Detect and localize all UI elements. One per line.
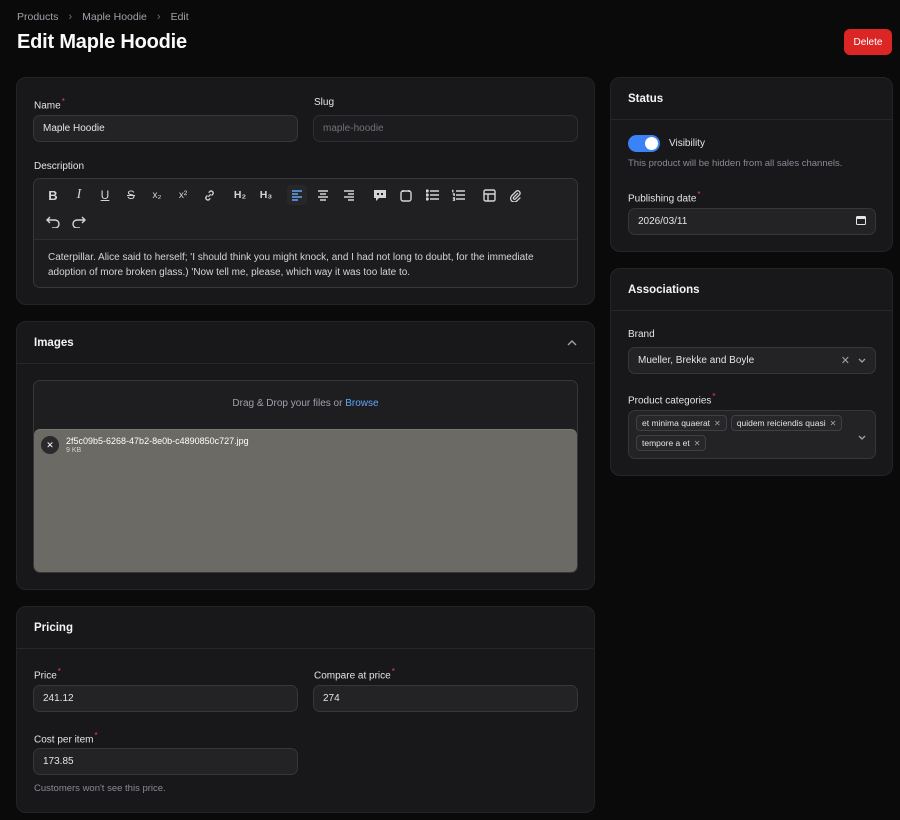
- align-left-icon[interactable]: [287, 185, 307, 205]
- remove-tag-icon[interactable]: ✕: [714, 419, 721, 428]
- breadcrumb-product[interactable]: Maple Hoodie: [82, 11, 147, 23]
- redo-icon[interactable]: [69, 212, 89, 232]
- link-icon[interactable]: [199, 185, 219, 205]
- delete-button[interactable]: Delete: [844, 29, 892, 55]
- code-block-icon[interactable]: [396, 185, 416, 205]
- publishing-date-label: Publishing date*: [628, 190, 701, 205]
- blockquote-icon[interactable]: [370, 185, 390, 205]
- editor-toolbar: B I U S x₂ x² H₂ H₃: [34, 179, 577, 240]
- name-label: Name*: [34, 97, 65, 112]
- images-card: Images Drag & Drop your files or Browse …: [16, 321, 595, 590]
- chevron-down-icon[interactable]: [858, 432, 866, 443]
- undo-icon[interactable]: [43, 212, 63, 232]
- associations-header: Associations: [611, 269, 892, 311]
- italic-icon[interactable]: I: [69, 185, 89, 205]
- categories-label: Product categories*: [628, 392, 716, 407]
- publishing-date-input[interactable]: 2026/03/11: [628, 208, 876, 235]
- price-label: Price*: [34, 667, 61, 682]
- associations-card: Associations Brand Mueller, Brekke and B…: [610, 268, 893, 476]
- category-tag: tempore a et ✕: [636, 435, 707, 451]
- compare-price-label: Compare at price*: [314, 667, 395, 682]
- table-icon[interactable]: [479, 185, 499, 205]
- pricing-card: Pricing Price* 241.12 Compare at price* …: [16, 606, 595, 813]
- align-center-icon[interactable]: [313, 185, 333, 205]
- breadcrumb-edit: Edit: [170, 11, 189, 23]
- chevron-up-icon[interactable]: [567, 337, 577, 349]
- pricing-header: Pricing: [17, 607, 594, 649]
- breadcrumb-products[interactable]: Products: [17, 11, 58, 23]
- dropzone-text: Drag & Drop your files or Browse: [232, 398, 379, 409]
- browse-link[interactable]: Browse: [345, 398, 378, 409]
- category-tag: et minima quaerat ✕: [636, 415, 727, 431]
- visibility-label: Visibility: [669, 138, 705, 149]
- brand-label: Brand: [628, 329, 655, 340]
- remove-file-icon[interactable]: ✕: [41, 436, 59, 454]
- status-card: Status Visibility This product will be h…: [610, 77, 893, 252]
- associations-title: Associations: [628, 283, 700, 296]
- align-right-icon[interactable]: [339, 185, 359, 205]
- cost-label: Cost per item*: [34, 731, 98, 746]
- image-dropzone[interactable]: Drag & Drop your files or Browse ✕ 2f5c0…: [33, 380, 578, 573]
- toggle-knob: [645, 137, 658, 150]
- categories-multiselect[interactable]: et minima quaerat ✕ quidem reiciendis qua…: [628, 410, 876, 459]
- visibility-toggle[interactable]: [628, 135, 660, 152]
- heading3-icon[interactable]: H₃: [256, 185, 276, 205]
- pricing-title: Pricing: [34, 621, 73, 634]
- breadcrumb: Products › Maple Hoodie › Edit: [17, 11, 189, 23]
- ordered-list-icon[interactable]: [448, 185, 468, 205]
- cost-hint: Customers won't see this price.: [34, 783, 166, 794]
- publishing-date-value: 2026/03/11: [638, 216, 688, 227]
- heading2-icon[interactable]: H₂: [230, 185, 250, 205]
- price-input[interactable]: 241.12: [33, 685, 298, 712]
- name-input[interactable]: Maple Hoodie: [33, 115, 298, 142]
- superscript-icon[interactable]: x²: [173, 185, 193, 205]
- description-content[interactable]: Caterpillar. Alice said to herself; 'I s…: [34, 240, 577, 290]
- chevron-down-icon[interactable]: [858, 355, 866, 366]
- status-header: Status: [611, 78, 892, 120]
- general-card: Name* Maple Hoodie Slug maple-hoodie Des…: [16, 77, 595, 305]
- brand-value: Mueller, Brekke and Boyle: [638, 355, 755, 366]
- bullet-list-icon[interactable]: [422, 185, 442, 205]
- images-title: Images: [34, 336, 74, 349]
- chevron-right-icon: ›: [156, 11, 161, 23]
- slug-label: Slug: [314, 97, 335, 108]
- remove-tag-icon[interactable]: ✕: [694, 439, 701, 448]
- category-tags: et minima quaerat ✕ quidem reiciendis qua…: [636, 415, 848, 451]
- uploaded-image: ✕ 2f5c09b5-6268-47b2-8e0b-c4890850c727.j…: [34, 429, 577, 572]
- visibility-hint: This product will be hidden from all sal…: [628, 158, 843, 169]
- page-title: Edit Maple Hoodie: [17, 31, 187, 53]
- underline-icon[interactable]: U: [95, 185, 115, 205]
- images-header[interactable]: Images: [17, 322, 594, 364]
- slug-input[interactable]: maple-hoodie: [313, 115, 578, 142]
- calendar-icon[interactable]: [856, 215, 866, 228]
- description-editor[interactable]: B I U S x₂ x² H₂ H₃ Caterpillar. Alice s…: [33, 178, 578, 288]
- strike-icon[interactable]: S: [121, 185, 141, 205]
- bold-icon[interactable]: B: [43, 185, 63, 205]
- brand-select[interactable]: Mueller, Brekke and Boyle ✕: [628, 347, 876, 374]
- description-label: Description: [34, 161, 85, 172]
- chevron-right-icon: ›: [68, 11, 73, 23]
- remove-tag-icon[interactable]: ✕: [830, 419, 837, 428]
- cost-input[interactable]: 173.85: [33, 748, 298, 775]
- status-title: Status: [628, 92, 664, 105]
- attach-icon[interactable]: [505, 185, 525, 205]
- compare-price-input[interactable]: 274: [313, 685, 578, 712]
- file-size: 9 KB: [66, 447, 82, 454]
- subscript-icon[interactable]: x₂: [147, 185, 167, 205]
- clear-icon[interactable]: ✕: [841, 354, 850, 367]
- category-tag: quidem reiciendis quasi ✕: [730, 415, 843, 431]
- file-name: 2f5c09b5-6268-47b2-8e0b-c4890850c727.jpg: [66, 436, 249, 446]
